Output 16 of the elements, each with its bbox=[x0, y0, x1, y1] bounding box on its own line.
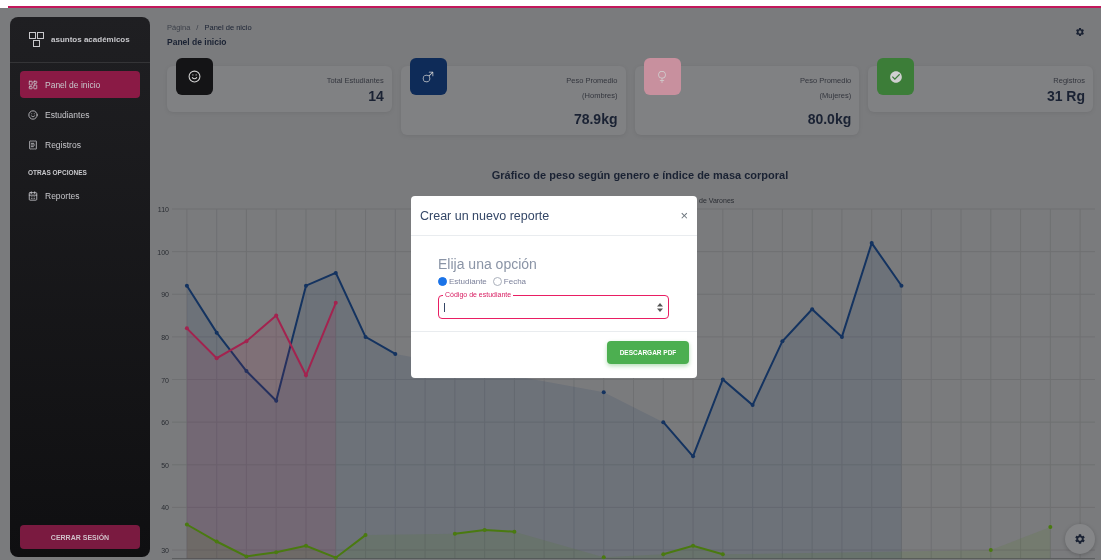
sidebar-item[interactable]: Registros bbox=[20, 131, 140, 158]
sidebar-item[interactable]: Reportes bbox=[20, 182, 140, 209]
sidebar-item[interactable]: Estudiantes bbox=[20, 101, 140, 128]
brand-name: asuntos académicos bbox=[51, 35, 130, 44]
stat-value: 31 Rg bbox=[1046, 88, 1085, 104]
page-title: Panel de inicio bbox=[167, 37, 228, 47]
stat-value: 78.9kg bbox=[573, 111, 618, 127]
chart-title: Gráfico de peso según genero e índice de masa corporal bbox=[490, 169, 790, 183]
sidebar-item[interactable]: Panel de inicio bbox=[20, 71, 140, 98]
stat-value: 14 bbox=[368, 88, 384, 104]
close-button[interactable]: × bbox=[680, 208, 688, 223]
radio-option[interactable]: Fecha bbox=[492, 277, 527, 286]
dialog-title: Crear un nuevo reporte bbox=[420, 208, 550, 223]
stat-value: 80.0kg bbox=[807, 111, 852, 127]
radio-option[interactable]: Estudiante bbox=[438, 277, 487, 286]
dialog-heading: Elija una opción bbox=[438, 256, 538, 272]
